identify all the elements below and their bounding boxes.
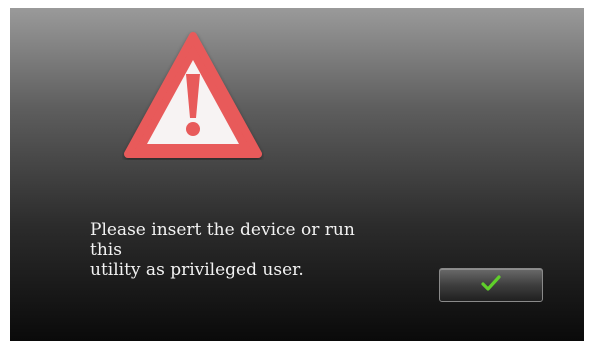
- alert-message-line: Please insert the device or run: [90, 220, 355, 240]
- alert-dialog: Please insert the device or run this uti…: [10, 8, 584, 341]
- alert-message-line: utility as privileged user.: [90, 260, 304, 280]
- checkmark-icon: [481, 274, 501, 297]
- warning-triangle-icon: [122, 30, 264, 160]
- alert-message: Please insert the device or run this uti…: [90, 220, 380, 280]
- alert-message-line: this: [90, 240, 122, 260]
- ok-button[interactable]: [439, 268, 543, 302]
